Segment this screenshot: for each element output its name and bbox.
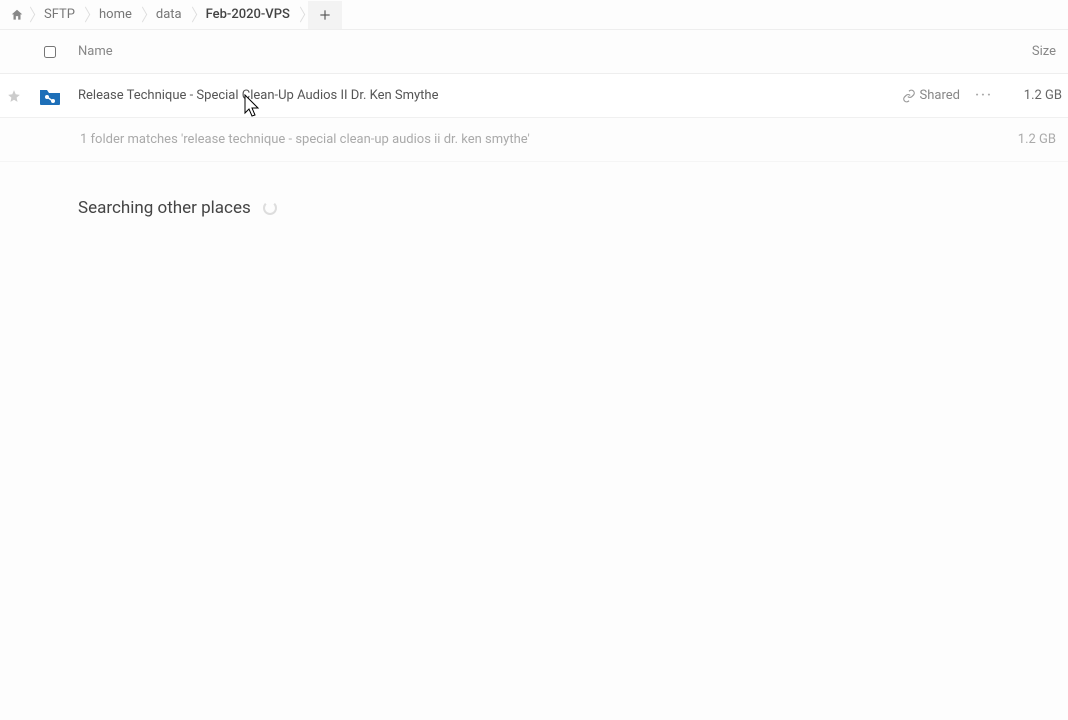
row-folder-icon-wrap <box>28 87 72 105</box>
link-icon <box>902 89 916 103</box>
row-name[interactable]: Release Technique - Special Clean-Up Aud… <box>72 88 902 103</box>
searching-label: Searching other places <box>78 198 251 218</box>
search-summary: 1 folder matches 'release technique - sp… <box>0 118 1068 162</box>
shared-folder-icon <box>38 87 60 105</box>
breadcrumb-item-current[interactable]: Feb-2020-VPS <box>196 1 304 29</box>
table-row[interactable]: Release Technique - Special Clean-Up Aud… <box>0 74 1068 118</box>
more-icon: ··· <box>975 88 993 103</box>
select-all-checkbox[interactable] <box>28 46 72 58</box>
shared-indicator[interactable]: Shared <box>902 88 970 103</box>
col-size-header[interactable]: Size <box>992 44 1062 59</box>
favorite-toggle[interactable] <box>0 89 28 103</box>
searching-status: Searching other places <box>0 162 1068 228</box>
spinner-icon <box>263 201 277 215</box>
breadcrumb-item-sftp[interactable]: SFTP <box>34 1 89 29</box>
summary-size: 1.2 GB <box>992 132 1062 147</box>
star-icon <box>7 89 21 103</box>
select-all-input[interactable] <box>44 46 56 58</box>
col-name-header[interactable]: Name <box>72 44 992 59</box>
breadcrumb: SFTP home data Feb-2020-VPS <box>0 0 1068 30</box>
plus-icon <box>318 8 332 22</box>
home-icon <box>10 8 24 22</box>
row-more-button[interactable]: ··· <box>970 88 998 103</box>
row-size: 1.2 GB <box>998 88 1068 103</box>
breadcrumb-home[interactable] <box>4 1 34 29</box>
breadcrumb-add-button[interactable] <box>308 1 342 29</box>
breadcrumb-item-home[interactable]: home <box>89 1 146 29</box>
breadcrumb-item-data[interactable]: data <box>146 1 196 29</box>
list-header: Name Size <box>0 30 1068 74</box>
summary-text: 1 folder matches 'release technique - sp… <box>80 132 992 147</box>
shared-label: Shared <box>920 88 960 103</box>
